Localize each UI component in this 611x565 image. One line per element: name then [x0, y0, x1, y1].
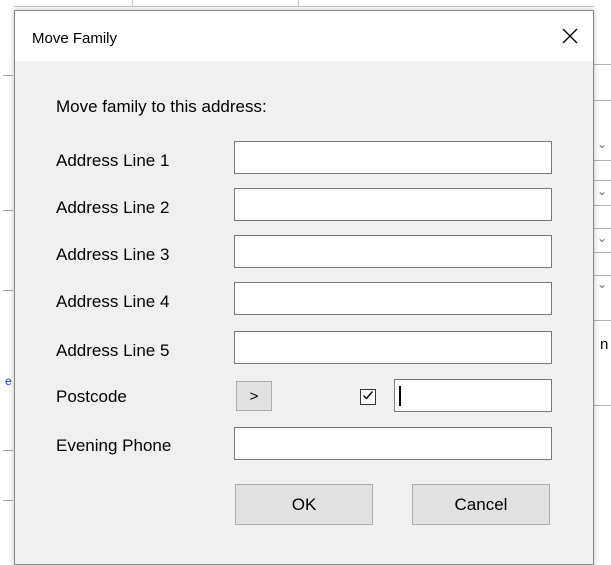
address-line-2-label: Address Line 2 — [56, 198, 170, 217]
evening-phone-label: Evening Phone — [56, 436, 172, 455]
dialog-titlebar[interactable]: Move Family — [15, 11, 593, 61]
background-right-strip: ⌄ ⌄ ⌄ ⌄ n — [594, 0, 611, 565]
chevron-down-icon: ⌄ — [597, 137, 608, 151]
postcode-label: Postcode — [56, 387, 127, 406]
postcode-input[interactable] — [394, 379, 552, 412]
background-gridline — [594, 405, 611, 406]
address-line-4-label: Address Line 4 — [56, 292, 170, 311]
address-line-2-input[interactable] — [234, 188, 552, 221]
background-gridline — [3, 75, 13, 76]
postcode-lookup-button[interactable]: > — [236, 381, 272, 411]
cancel-button[interactable]: Cancel — [412, 484, 550, 525]
address-line-3-input[interactable] — [234, 235, 552, 268]
screen: e ⌄ ⌄ ⌄ ⌄ n Move Family Move family to t… — [0, 0, 611, 565]
background-gridline — [3, 500, 13, 501]
background-gridline — [594, 180, 611, 181]
dialog-title: Move Family — [32, 30, 118, 47]
background-gridline — [594, 100, 611, 101]
background-gridline — [594, 252, 611, 253]
background-gridline — [3, 290, 13, 291]
move-family-dialog: Move Family Move family to this address:… — [14, 10, 594, 565]
background-text-fragment: e — [5, 374, 12, 388]
text-cursor — [399, 386, 401, 406]
postcode-checkbox[interactable] — [360, 389, 376, 405]
background-gridline — [594, 228, 611, 229]
background-tick — [298, 0, 299, 7]
chevron-down-icon: ⌄ — [597, 277, 608, 291]
chevron-down-icon: ⌄ — [597, 231, 608, 245]
dialog-instruction: Move family to this address: — [56, 97, 267, 116]
background-gridline — [3, 210, 13, 211]
background-gridline — [594, 320, 611, 321]
close-icon — [562, 28, 578, 44]
address-line-5-label: Address Line 5 — [56, 341, 170, 360]
chevron-down-icon: ⌄ — [597, 184, 608, 198]
background-gridline — [594, 205, 611, 206]
background-gridline — [3, 450, 13, 451]
background-gridline — [594, 275, 611, 276]
background-text-fragment: n — [600, 336, 609, 353]
background-gridline — [594, 64, 611, 65]
evening-phone-input[interactable] — [234, 427, 552, 460]
address-line-3-label: Address Line 3 — [56, 245, 170, 264]
address-line-1-label: Address Line 1 — [56, 151, 170, 170]
close-button[interactable] — [547, 11, 593, 61]
address-line-4-input[interactable] — [234, 282, 552, 315]
background-left-strip: e — [0, 0, 14, 565]
background-border — [0, 6, 611, 7]
ok-button[interactable]: OK — [235, 484, 373, 525]
background-tick — [132, 0, 133, 7]
address-line-5-input[interactable] — [234, 331, 552, 364]
background-gridline — [594, 160, 611, 161]
address-line-1-input[interactable] — [234, 141, 552, 174]
checkmark-icon — [362, 388, 374, 406]
